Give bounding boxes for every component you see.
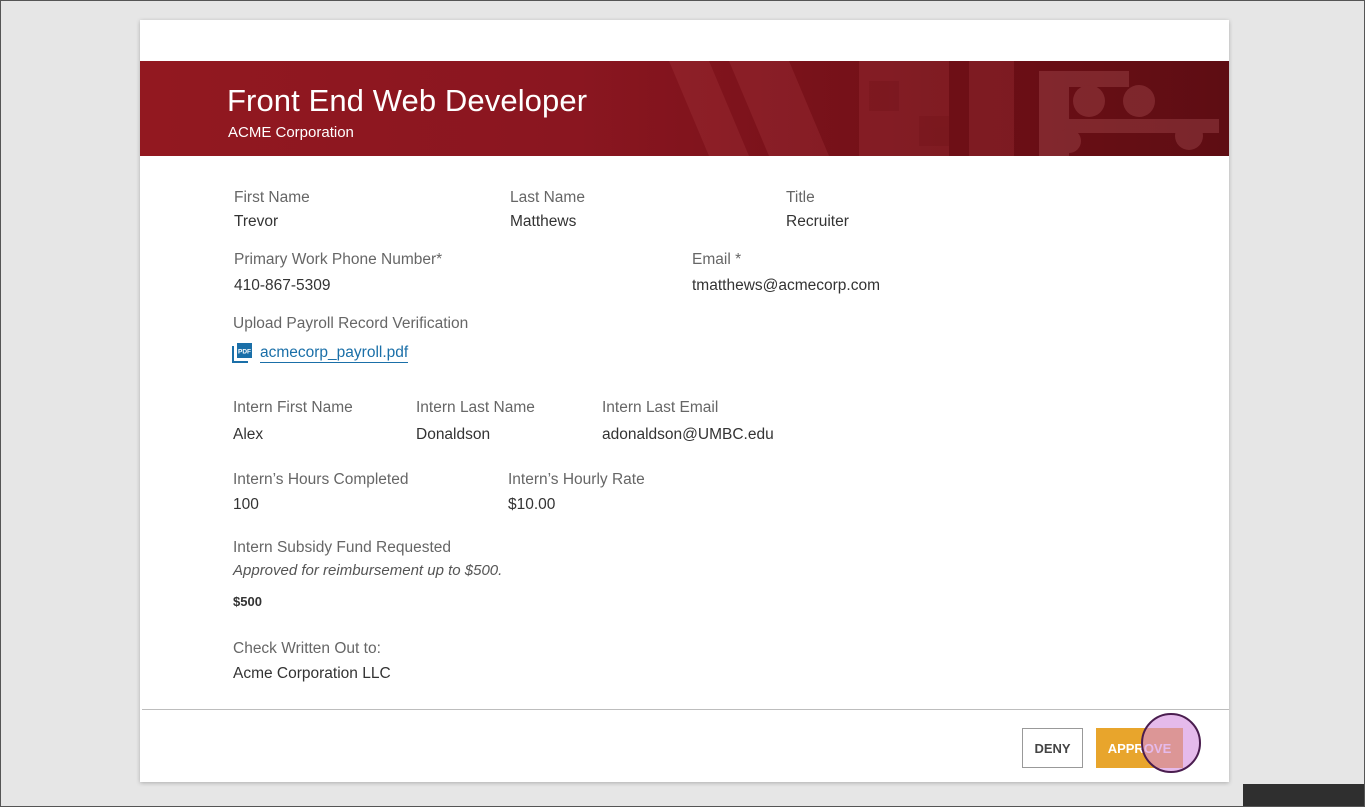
payroll-file-name[interactable]: acmecorp_payroll.pdf	[260, 344, 409, 363]
pdf-icon: PDF	[232, 343, 252, 363]
last-name-value: Matthews	[510, 213, 577, 230]
title-value: Recruiter	[786, 213, 849, 230]
job-banner: Front End Web Developer ACME Corporation	[140, 61, 1229, 156]
intern-last-name-value: Donaldson	[416, 426, 491, 443]
taskbar-corner	[1243, 784, 1365, 807]
intern-rate-label: Intern’s Hourly Rate	[508, 471, 645, 488]
svg-text:PDF: PDF	[238, 349, 251, 356]
intern-hours-label: Intern’s Hours Completed	[233, 471, 409, 488]
intern-hours-value: 100	[233, 496, 259, 513]
job-title: Front End Web Developer	[227, 83, 588, 118]
email-value: tmatthews@acmecorp.com	[692, 277, 881, 294]
intern-email-value: adonaldson@UMBC.edu	[602, 426, 774, 443]
first-name-label: First Name	[234, 189, 310, 206]
deny-button[interactable]: DENY	[1022, 728, 1083, 768]
phone-label: Primary Work Phone Number*	[234, 251, 443, 268]
email-label: Email *	[692, 251, 742, 268]
intern-rate-value: $10.00	[508, 496, 556, 513]
intern-last-name-label: Intern Last Name	[416, 399, 535, 416]
intern-email-label: Intern Last Email	[602, 399, 719, 416]
subsidy-label: Intern Subsidy Fund Requested	[233, 539, 451, 556]
flag-pattern-decoration	[669, 61, 1219, 156]
intern-first-name-value: Alex	[233, 426, 264, 443]
subsidy-note: Approved for reimbursement up to $500.	[233, 562, 503, 579]
check-payee-value: Acme Corporation LLC	[233, 665, 391, 682]
review-card: Front End Web Developer ACME Corporation…	[140, 20, 1229, 782]
check-payee-label: Check Written Out to:	[233, 640, 381, 657]
payroll-file-link[interactable]: PDF acmecorp_payroll.pdf	[232, 342, 409, 364]
first-name-value: Trevor	[234, 213, 279, 230]
title-label: Title	[786, 189, 815, 206]
subsidy-amount: $500	[233, 594, 262, 609]
approve-button[interactable]: APPROVE	[1096, 728, 1183, 768]
payroll-upload-label: Upload Payroll Record Verification	[233, 315, 469, 332]
company-name: ACME Corporation	[228, 124, 354, 141]
intern-first-name-label: Intern First Name	[233, 399, 353, 416]
footer-divider	[142, 709, 1229, 710]
phone-value: 410-867-5309	[234, 277, 331, 294]
last-name-label: Last Name	[510, 189, 585, 206]
